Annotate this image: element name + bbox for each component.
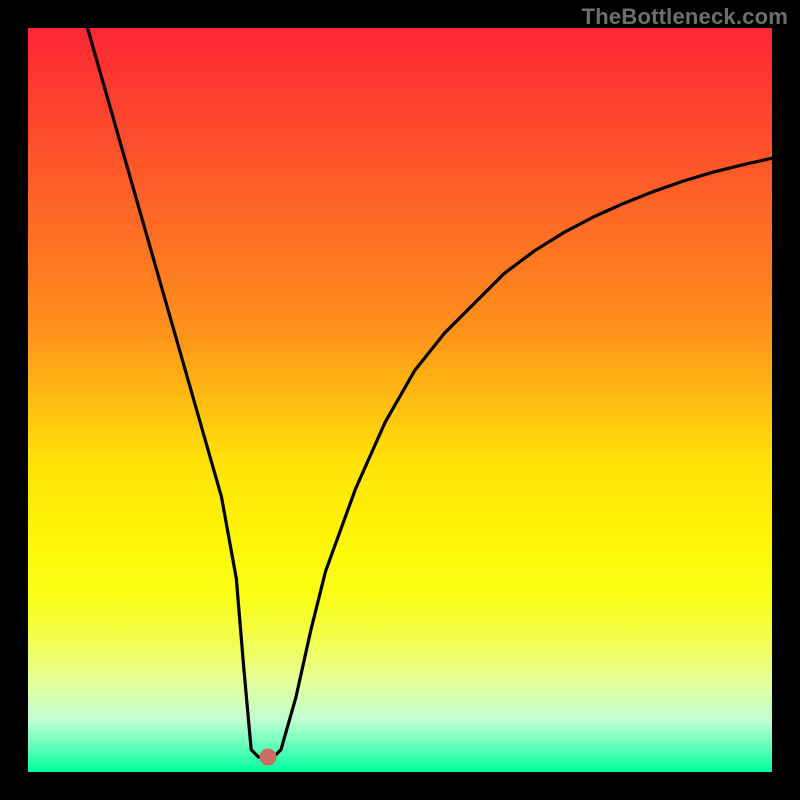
watermark-text: TheBottleneck.com xyxy=(582,4,788,30)
bottleneck-curve xyxy=(28,28,772,772)
chart-frame: TheBottleneck.com xyxy=(0,0,800,800)
optimum-marker-dot xyxy=(259,749,276,766)
